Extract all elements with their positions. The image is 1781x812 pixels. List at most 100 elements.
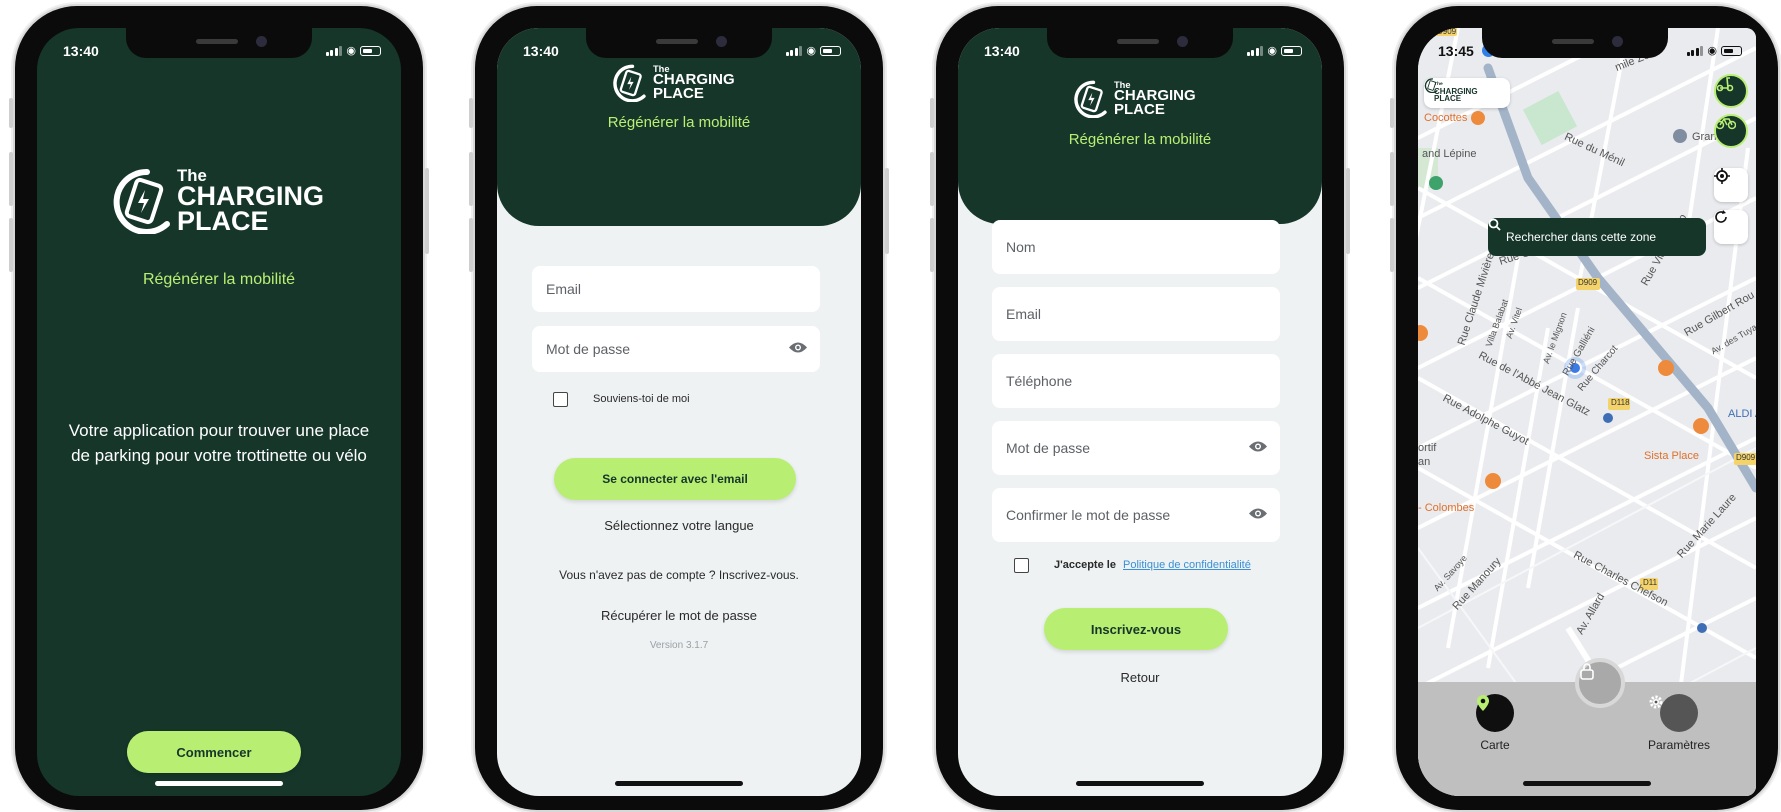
- tagline: Régénérer la mobilité: [607, 114, 751, 131]
- tab-map-label: Carte: [1480, 738, 1510, 752]
- brand-logo: The CHARGING PLACE: [111, 167, 324, 236]
- side-button: [425, 168, 429, 254]
- battery-icon: [1281, 46, 1302, 56]
- password-input[interactable]: Mot de passe: [532, 326, 820, 372]
- wifi-icon: ◉: [1267, 45, 1277, 57]
- welcome-screen: 13:40 ◉ The CHARGING PLACE Régénérer la …: [37, 28, 401, 796]
- map-label: D11: [1643, 578, 1658, 587]
- tab-map[interactable]: Carte: [1476, 694, 1514, 752]
- signal-icon: [325, 46, 343, 56]
- side-button: [9, 98, 13, 128]
- accept-privacy-checkbox[interactable]: [1014, 558, 1029, 573]
- home-indicator: [1076, 781, 1204, 786]
- remember-me-checkbox[interactable]: [553, 392, 568, 407]
- notch: [126, 28, 312, 58]
- wifi-icon: ◉: [1707, 45, 1717, 57]
- side-button: [469, 152, 473, 206]
- back-link[interactable]: Retour: [958, 670, 1322, 685]
- phone-login: 13:40 ◉ The CHARGING PLACE Régénérer la …: [469, 6, 889, 810]
- brand-name: The CHARGING PLACE: [177, 167, 324, 236]
- status-time: 13:45: [1438, 43, 1474, 59]
- unlock-button[interactable]: [1575, 658, 1625, 708]
- gear-icon: [1649, 694, 1699, 732]
- eye-icon[interactable]: [1248, 440, 1268, 457]
- brand-logo: The CHARGING PLACE: [1072, 80, 1196, 118]
- wifi-icon: ◉: [806, 45, 816, 57]
- home-indicator: [615, 781, 743, 786]
- map-pin-icon: [1476, 694, 1514, 732]
- brand-charging: CHARGING: [177, 180, 324, 211]
- map-label: D909: [1578, 278, 1598, 287]
- battery-icon: [360, 46, 381, 56]
- home-indicator: [155, 781, 283, 786]
- name-input[interactable]: Nom: [992, 220, 1280, 274]
- map-label: ortif: [1418, 442, 1437, 454]
- accept-label: J'accepte le: [1054, 559, 1116, 571]
- side-button: [469, 98, 473, 128]
- map-label: Sista Place: [1644, 450, 1700, 462]
- side-button: [1390, 218, 1394, 272]
- brand-name: The CHARGING PLACE: [1434, 83, 1478, 104]
- scooter-filter-button[interactable]: [1714, 74, 1748, 108]
- tab-settings[interactable]: Paramètres: [1648, 694, 1710, 752]
- map-label: an: [1418, 456, 1431, 468]
- signal-icon: [1686, 46, 1704, 56]
- phone-placeholder: Téléphone: [1006, 373, 1073, 389]
- search-area-button[interactable]: Rechercher dans cette zone: [1488, 218, 1706, 256]
- side-button: [1390, 152, 1394, 206]
- map-label: D118: [1611, 398, 1630, 407]
- privacy-policy-link[interactable]: Politique de confidentialité: [1123, 559, 1251, 571]
- signup-link[interactable]: Vous n'avez pas de compte ? Inscrivez-vo…: [497, 568, 861, 582]
- email-placeholder: Email: [1006, 306, 1042, 322]
- phone-welcome: 13:40 ◉ The CHARGING PLACE Régénérer la …: [9, 6, 429, 810]
- side-button: [885, 168, 889, 254]
- signal-icon: [785, 46, 803, 56]
- charging-logo-icon: [113, 168, 170, 234]
- map-screen: 13:45 ◉ mile Zola Cocottes Rue du Ménil …: [1418, 28, 1756, 796]
- side-button: [9, 152, 13, 206]
- brand-place: PLACE: [177, 205, 269, 236]
- password-input[interactable]: Mot de passe: [992, 421, 1280, 475]
- map-label: - Colombes: [1418, 502, 1475, 514]
- side-button: [1390, 98, 1394, 128]
- map-label: D909: [1736, 453, 1756, 462]
- name-placeholder: Nom: [1006, 239, 1036, 255]
- eye-icon[interactable]: [788, 341, 808, 358]
- search-area-label: Rechercher dans cette zone: [1506, 230, 1657, 244]
- login-email-button[interactable]: Se connecter avec l'email: [554, 458, 796, 500]
- confirm-password-placeholder: Confirmer le mot de passe: [1006, 507, 1171, 523]
- bike-filter-button[interactable]: [1714, 114, 1748, 148]
- phone-register: 13:40 ◉ The CHARGING PLACE Régénérer la …: [930, 6, 1350, 810]
- wifi-icon: ◉: [346, 45, 356, 57]
- email-input[interactable]: Email: [532, 266, 820, 312]
- charging-logo-icon: [1424, 78, 1438, 93]
- confirm-password-input[interactable]: Confirmer le mot de passe: [992, 488, 1280, 542]
- phone-input[interactable]: Téléphone: [992, 354, 1280, 408]
- brand-place: PLACE: [653, 85, 704, 103]
- recover-password-link[interactable]: Récupérer le mot de passe: [497, 608, 861, 623]
- language-selector[interactable]: Sélectionnez votre langue: [497, 518, 861, 533]
- battery-icon: [1721, 46, 1742, 56]
- battery-icon: [820, 46, 841, 56]
- locate-me-button[interactable]: [1714, 168, 1748, 202]
- crosshair-icon: [1714, 168, 1730, 184]
- map-label: and Lépine: [1422, 148, 1477, 160]
- app-description: Votre application pour trouver une place…: [37, 418, 401, 468]
- accept-privacy-row: J'accepte le Politique de confidentialit…: [1054, 559, 1251, 571]
- start-button[interactable]: Commencer: [127, 731, 301, 773]
- side-button: [930, 152, 934, 206]
- login-screen: 13:40 ◉ The CHARGING PLACE Régénérer la …: [497, 28, 861, 796]
- brand-place: PLACE: [1114, 101, 1165, 119]
- refresh-button[interactable]: [1714, 210, 1748, 244]
- bike-icon: [1716, 118, 1736, 130]
- tab-bar: Carte Paramètres: [1418, 658, 1756, 796]
- register-button[interactable]: Inscrivez-vous: [1044, 608, 1228, 650]
- brand-place: PLACE: [1434, 94, 1462, 104]
- email-input[interactable]: Email: [992, 287, 1280, 341]
- register-screen: 13:40 ◉ The CHARGING PLACE Régénérer la …: [958, 28, 1322, 796]
- eye-icon[interactable]: [1248, 507, 1268, 524]
- side-button: [9, 218, 13, 272]
- status-time: 13:40: [984, 43, 1020, 59]
- lock-icon: [1580, 663, 1594, 680]
- scooter-icon: [1716, 77, 1734, 92]
